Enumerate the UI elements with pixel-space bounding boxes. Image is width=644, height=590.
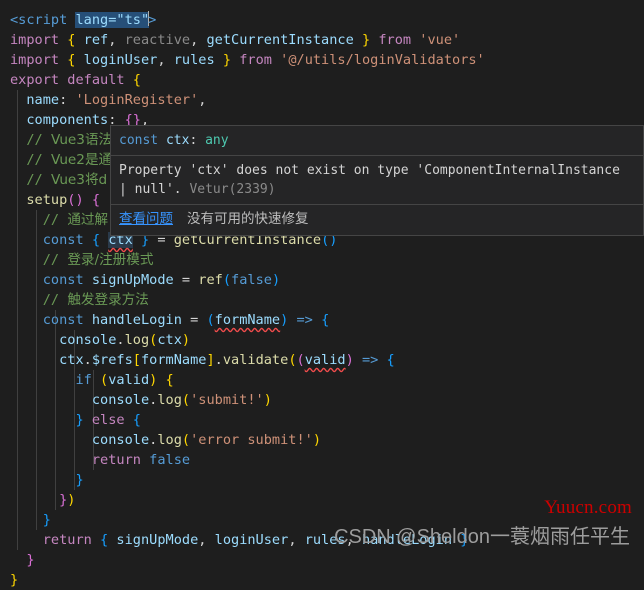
hover-signature-separator: : xyxy=(189,133,198,148)
error-token-formname: formName xyxy=(214,312,281,328)
code-line[interactable]: } xyxy=(0,550,644,570)
author-watermark: CSDN @Sheldon一蓑烟雨任平生 xyxy=(334,526,630,548)
view-problem-link[interactable]: 查看问题 xyxy=(119,211,173,227)
code-line[interactable]: const handleLogin = (formName) => { xyxy=(0,310,644,330)
code-line[interactable]: } xyxy=(0,470,644,490)
hover-signature-name: ctx xyxy=(165,133,190,148)
hover-signature: const ctx: any xyxy=(111,126,643,155)
code-line[interactable]: if (valid) { xyxy=(0,370,644,390)
no-quick-fix-label: 没有可用的快速修复 xyxy=(187,211,309,227)
code-line[interactable]: export default { xyxy=(0,70,644,90)
error-token-valid: valid xyxy=(304,352,346,368)
code-lines[interactable]: <script lang="ts"> import { ref, reactiv… xyxy=(0,0,644,588)
code-line[interactable]: const signUpMode = ref(false) xyxy=(0,270,644,290)
hover-tooltip[interactable]: const ctx: any Property 'ctx' does not e… xyxy=(110,125,644,236)
hover-signature-keyword: const xyxy=(119,133,159,148)
code-line[interactable]: // 触发登录方法 xyxy=(0,290,644,310)
code-line[interactable]: return false xyxy=(0,450,644,470)
code-line[interactable]: } else { xyxy=(0,410,644,430)
code-line[interactable]: // 登录/注册模式 xyxy=(0,250,644,270)
code-line[interactable]: import { ref, reactive, getCurrentInstan… xyxy=(0,30,644,50)
code-line[interactable]: import { loginUser, rules } from '@/util… xyxy=(0,50,644,70)
hover-signature-type: any xyxy=(205,133,229,148)
hover-actions[interactable]: 查看问题 没有可用的快速修复 xyxy=(111,204,643,235)
code-line[interactable]: console.log(ctx) xyxy=(0,330,644,350)
hover-message-section: Property 'ctx' does not exist on type 'C… xyxy=(111,155,643,204)
selected-attribute: lang="ts" xyxy=(75,12,150,28)
hover-source: Vetur(2339) xyxy=(189,182,276,197)
code-line[interactable]: } xyxy=(0,570,644,590)
code-line[interactable]: console.log('submit!') xyxy=(0,390,644,410)
code-line[interactable]: console.log('error submit!') xyxy=(0,430,644,450)
code-line[interactable]: ctx.$refs[formName].validate((valid) => … xyxy=(0,350,644,370)
site-watermark: Yuucn.com xyxy=(544,497,632,518)
code-line[interactable]: name: 'LoginRegister', xyxy=(0,90,644,110)
code-editor[interactable]: <script lang="ts"> import { ref, reactiv… xyxy=(0,0,644,588)
code-line[interactable]: <script lang="ts"> xyxy=(0,10,644,30)
